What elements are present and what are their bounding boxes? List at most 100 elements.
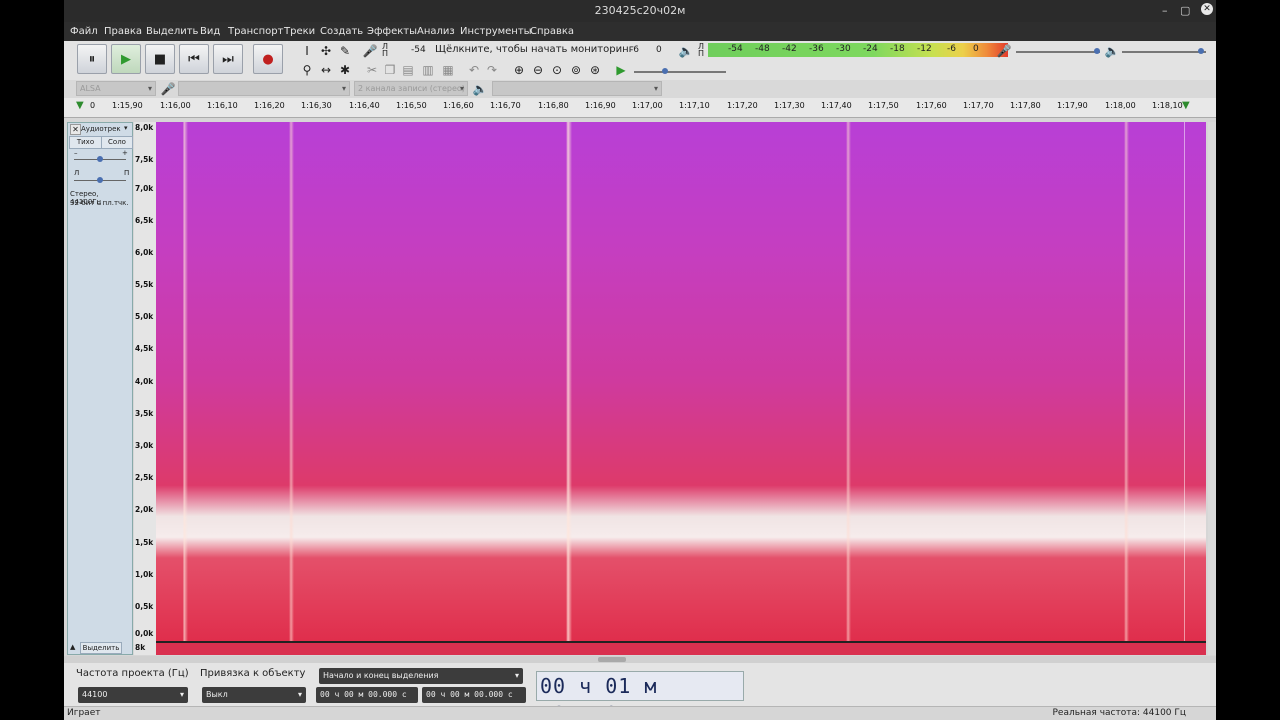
close-icon[interactable]: ✕ bbox=[1201, 3, 1213, 15]
freq-label: 7,5k bbox=[135, 155, 154, 164]
freq-label: 8,0k bbox=[135, 123, 154, 132]
play-button[interactable]: ▶ bbox=[111, 44, 141, 74]
ruler-label: 1:17,70 bbox=[963, 101, 994, 110]
skip-to-end-button[interactable]: ⏭ bbox=[213, 44, 243, 74]
freq-label: 1,5k bbox=[135, 538, 154, 547]
audio-host-select[interactable]: ALSA ▾ bbox=[76, 81, 156, 96]
ruler-label: 1:17,90 bbox=[1057, 101, 1088, 110]
minimize-icon[interactable]: – bbox=[1162, 4, 1168, 17]
freq-label: 3,0k bbox=[135, 441, 154, 450]
gain-slider-knob[interactable] bbox=[97, 156, 103, 162]
undo-icon[interactable]: ↶ bbox=[466, 62, 482, 78]
rec-volume-knob[interactable] bbox=[1094, 48, 1100, 54]
speaker-icon[interactable]: 🔈 bbox=[678, 43, 694, 59]
track-control-panel: ✕ Аудиотрек ▾ Тихо Соло – + Л П Стерео, … bbox=[67, 122, 133, 655]
menu-select[interactable]: Выделить bbox=[146, 26, 198, 37]
collapse-track-icon[interactable]: ▲ bbox=[70, 643, 75, 651]
microphone-icon[interactable]: 🎤 bbox=[362, 43, 378, 59]
menu-edit[interactable]: Правка bbox=[104, 26, 142, 37]
rec-volume-slider[interactable] bbox=[1016, 51, 1100, 53]
letterbox-left bbox=[0, 0, 64, 720]
ruler-label: 1:16,20 bbox=[254, 101, 285, 110]
audio-position-display[interactable]: 00 ч 01 м 18.140 с bbox=[536, 671, 744, 720]
spectrogram-second-channel[interactable] bbox=[156, 641, 1206, 655]
menu-generate[interactable]: Создать bbox=[320, 26, 363, 37]
cut-icon[interactable]: ✂ bbox=[364, 62, 380, 78]
timeline-ruler[interactable]: ▼ 0 1:15,90 1:16,00 1:16,10 1:16,20 1:16… bbox=[64, 98, 1216, 118]
record-button[interactable]: ● bbox=[253, 44, 283, 74]
menu-file[interactable]: Файл bbox=[70, 26, 98, 37]
menu-effects[interactable]: Эффекты bbox=[367, 26, 417, 37]
spectrogram-view[interactable] bbox=[156, 122, 1206, 641]
horizontal-scroll-thumb[interactable] bbox=[598, 657, 626, 662]
freq-label: 2,5k bbox=[135, 473, 154, 482]
project-rate-select[interactable]: 44100 ▾ bbox=[78, 687, 188, 703]
freq-label: 2,0k bbox=[135, 505, 154, 514]
close-track-icon[interactable]: ✕ bbox=[70, 124, 81, 135]
fit-selection-icon[interactable]: ⊙ bbox=[549, 62, 565, 78]
recording-device-select[interactable]: ▾ bbox=[178, 81, 350, 96]
freq-label: 3,5k bbox=[135, 409, 154, 418]
horizontal-scrollbar[interactable] bbox=[64, 656, 1216, 663]
menu-analyze[interactable]: Анализ bbox=[417, 26, 455, 37]
selection-start-value: 00 ч 00 м 00.000 с bbox=[320, 690, 407, 699]
maximize-icon[interactable]: ▢ bbox=[1180, 4, 1190, 17]
track-menu-chevron-icon[interactable]: ▾ bbox=[124, 124, 128, 132]
mute-button[interactable]: Тихо bbox=[69, 136, 102, 149]
stop-button[interactable]: ■ bbox=[145, 44, 175, 74]
freq-label: 0,5k bbox=[135, 602, 154, 611]
freq-label: 4,5k bbox=[135, 344, 154, 353]
trim-icon[interactable]: ▥ bbox=[420, 62, 436, 78]
pan-slider-knob[interactable] bbox=[97, 177, 103, 183]
timeshift-tool-icon[interactable]: ↔ bbox=[318, 62, 334, 78]
play-head-marker-icon[interactable]: ▼ bbox=[76, 100, 84, 111]
paste-icon[interactable]: ▤ bbox=[400, 62, 416, 78]
play-speed-slider[interactable] bbox=[634, 71, 726, 73]
menu-view[interactable]: Вид bbox=[200, 26, 220, 37]
snap-to-select[interactable]: Выкл ▾ bbox=[202, 687, 306, 703]
track-name[interactable]: Аудиотрек bbox=[81, 125, 121, 133]
envelope-tool-icon[interactable]: ✣ bbox=[318, 43, 334, 59]
ruler-label: 1:17,40 bbox=[821, 101, 852, 110]
playback-cursor bbox=[1184, 122, 1185, 641]
freq-label: 1,0k bbox=[135, 570, 154, 579]
silence-icon[interactable]: ▦ bbox=[440, 62, 456, 78]
frequency-axis: 8,0k 7,5k 7,0k 6,5k 6,0k 5,5k 5,0k 4,5k … bbox=[134, 122, 156, 655]
play-at-speed-icon[interactable]: ▶ bbox=[613, 62, 629, 78]
zoom-tool-icon[interactable]: ⚲ bbox=[299, 62, 315, 78]
freq-label: 6,5k bbox=[135, 216, 154, 225]
playback-level-meter[interactable] bbox=[708, 43, 1008, 57]
selection-end-field[interactable]: 00 ч 00 м 00.000 с bbox=[422, 687, 526, 703]
ruler-label: 0 bbox=[90, 101, 96, 110]
zoom-in-icon[interactable]: ⊕ bbox=[511, 62, 527, 78]
multi-tool-icon[interactable]: ✱ bbox=[337, 62, 353, 78]
recording-channels-select[interactable]: 2 канала записи (стерео) ▾ bbox=[354, 81, 468, 96]
redo-icon[interactable]: ↷ bbox=[484, 62, 500, 78]
play-meter-tick: -6 bbox=[947, 44, 956, 54]
solo-button[interactable]: Соло bbox=[101, 136, 133, 149]
select-track-button[interactable]: Выделить bbox=[80, 642, 122, 654]
copy-icon[interactable]: ❐ bbox=[382, 62, 398, 78]
pause-button[interactable]: ⏸ bbox=[77, 44, 107, 74]
audacity-window: 230425c20ч02м – ▢ ✕ Файл Правка Выделить… bbox=[64, 0, 1216, 720]
menu-tracks[interactable]: Треки bbox=[284, 26, 315, 37]
draw-tool-icon[interactable]: ✎ bbox=[337, 43, 353, 59]
playback-device-select[interactable]: ▾ bbox=[492, 81, 662, 96]
menu-tools[interactable]: Инструменты bbox=[460, 26, 532, 37]
play-speed-knob[interactable] bbox=[662, 68, 668, 74]
fit-project-icon[interactable]: ⊚ bbox=[568, 62, 584, 78]
play-volume-knob[interactable] bbox=[1198, 48, 1204, 54]
selection-start-field[interactable]: 00 ч 00 м 00.000 с bbox=[316, 687, 418, 703]
play-volume-slider[interactable] bbox=[1122, 51, 1206, 53]
skip-to-start-button[interactable]: ⏮ bbox=[179, 44, 209, 74]
zoom-out-icon[interactable]: ⊖ bbox=[530, 62, 546, 78]
ruler-label: 1:16,30 bbox=[301, 101, 332, 110]
snap-to-value: Выкл bbox=[206, 690, 228, 699]
selection-mode-select[interactable]: Начало и конец выделения ▾ bbox=[319, 668, 523, 684]
selection-tool-icon[interactable]: I bbox=[299, 43, 315, 59]
monitor-hint[interactable]: Щёлкните, чтобы начать мониторинг bbox=[435, 44, 634, 55]
menu-help[interactable]: Справка bbox=[530, 26, 574, 37]
zoom-toggle-icon[interactable]: ⊛ bbox=[587, 62, 603, 78]
menu-transport[interactable]: Транспорт bbox=[228, 26, 283, 37]
vertical-scrollbar[interactable] bbox=[1208, 122, 1216, 655]
